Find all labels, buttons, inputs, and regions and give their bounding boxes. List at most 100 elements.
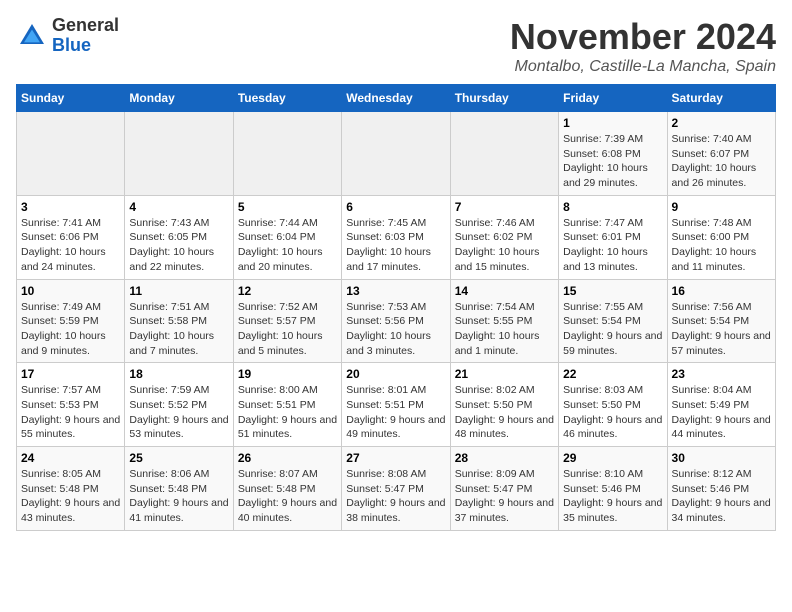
calendar-cell: 6Sunrise: 7:45 AM Sunset: 6:03 PM Daylig… — [342, 195, 450, 279]
calendar-cell: 23Sunrise: 8:04 AM Sunset: 5:49 PM Dayli… — [667, 363, 775, 447]
day-info: Sunrise: 7:57 AM Sunset: 5:53 PM Dayligh… — [21, 383, 120, 442]
header-row: SundayMondayTuesdayWednesdayThursdayFrid… — [17, 85, 776, 112]
day-info: Sunrise: 7:54 AM Sunset: 5:55 PM Dayligh… — [455, 300, 554, 359]
day-info: Sunrise: 7:40 AM Sunset: 6:07 PM Dayligh… — [672, 132, 771, 191]
calendar-cell: 4Sunrise: 7:43 AM Sunset: 6:05 PM Daylig… — [125, 195, 233, 279]
logo-text: General Blue — [52, 16, 119, 56]
header-cell: Thursday — [450, 85, 558, 112]
day-number: 9 — [672, 200, 771, 214]
calendar-cell: 7Sunrise: 7:46 AM Sunset: 6:02 PM Daylig… — [450, 195, 558, 279]
calendar-cell — [125, 112, 233, 196]
day-number: 1 — [563, 116, 662, 130]
day-number: 26 — [238, 451, 337, 465]
day-number: 10 — [21, 284, 120, 298]
day-info: Sunrise: 7:52 AM Sunset: 5:57 PM Dayligh… — [238, 300, 337, 359]
day-number: 27 — [346, 451, 445, 465]
calendar-cell: 22 Sunrise: 8:03 AM Sunset: 5:50 PM Dayli… — [559, 363, 667, 447]
day-number: 14 — [455, 284, 554, 298]
day-info: Sunrise: 7:56 AM Sunset: 5:54 PM Dayligh… — [672, 300, 771, 359]
page-header: General Blue November 2024 Montalbo, Cas… — [16, 16, 776, 76]
header-cell: Sunday — [17, 85, 125, 112]
title-block: November 2024 Montalbo, Castille-La Manc… — [510, 16, 776, 76]
day-info: Sunrise: 8:05 AM Sunset: 5:48 PM Dayligh… — [21, 467, 120, 526]
day-info: Sunrise: 8:03 AM Sunset: 5:50 PM Dayligh… — [563, 383, 662, 442]
day-number: 17 — [21, 367, 120, 381]
day-info: Sunrise: 7:39 AM Sunset: 6:08 PM Dayligh… — [563, 132, 662, 191]
calendar-cell — [233, 112, 341, 196]
day-number: 22 — [563, 367, 662, 381]
calendar-cell: 24 Sunrise: 8:05 AM Sunset: 5:48 PM Dayli… — [17, 447, 125, 531]
header-cell: Friday — [559, 85, 667, 112]
day-number: 15 — [563, 284, 662, 298]
day-info: Sunrise: 7:44 AM Sunset: 6:04 PM Dayligh… — [238, 216, 337, 275]
header-cell: Wednesday — [342, 85, 450, 112]
calendar-cell: 20 Sunrise: 8:01 AM Sunset: 5:51 PM Dayli… — [342, 363, 450, 447]
calendar-cell: 16Sunrise: 7:56 AM Sunset: 5:54 PM Dayli… — [667, 279, 775, 363]
calendar-cell: 18Sunrise: 7:59 AM Sunset: 5:52 PM Dayli… — [125, 363, 233, 447]
day-number: 21 — [455, 367, 554, 381]
day-info: Sunrise: 7:55 AM Sunset: 5:54 PM Dayligh… — [563, 300, 662, 359]
day-number: 18 — [129, 367, 228, 381]
day-info: Sunrise: 8:10 AM Sunset: 5:46 PM Dayligh… — [563, 467, 662, 526]
day-info: Sunrise: 8:12 AM Sunset: 5:46 PM Dayligh… — [672, 467, 771, 526]
day-info: Sunrise: 8:00 AM Sunset: 5:51 PM Dayligh… — [238, 383, 337, 442]
month-title: November 2024 — [510, 16, 776, 58]
day-info: Sunrise: 8:07 AM Sunset: 5:48 PM Dayligh… — [238, 467, 337, 526]
day-number: 19 — [238, 367, 337, 381]
day-number: 13 — [346, 284, 445, 298]
calendar-cell — [342, 112, 450, 196]
calendar-week-row: 10 Sunrise: 7:49 AM Sunset: 5:59 PM Dayli… — [17, 279, 776, 363]
calendar-header: SundayMondayTuesdayWednesdayThursdayFrid… — [17, 85, 776, 112]
calendar-cell: 15 Sunrise: 7:55 AM Sunset: 5:54 PM Dayli… — [559, 279, 667, 363]
day-number: 5 — [238, 200, 337, 214]
header-cell: Monday — [125, 85, 233, 112]
day-number: 6 — [346, 200, 445, 214]
day-number: 2 — [672, 116, 771, 130]
calendar-cell: 17 Sunrise: 7:57 AM Sunset: 5:53 PM Dayli… — [17, 363, 125, 447]
calendar-cell: 3Sunrise: 7:41 AM Sunset: 6:06 PM Daylig… — [17, 195, 125, 279]
calendar-cell: 1 Sunrise: 7:39 AM Sunset: 6:08 PM Daylig… — [559, 112, 667, 196]
header-cell: Saturday — [667, 85, 775, 112]
calendar-body: 1 Sunrise: 7:39 AM Sunset: 6:08 PM Daylig… — [17, 112, 776, 531]
day-number: 11 — [129, 284, 228, 298]
day-number: 30 — [672, 451, 771, 465]
calendar-cell — [450, 112, 558, 196]
calendar-week-row: 1 Sunrise: 7:39 AM Sunset: 6:08 PM Daylig… — [17, 112, 776, 196]
calendar-cell: 9 Sunrise: 7:48 AM Sunset: 6:00 PM Daylig… — [667, 195, 775, 279]
location-title: Montalbo, Castille-La Mancha, Spain — [510, 58, 776, 76]
calendar-cell: 21 Sunrise: 8:02 AM Sunset: 5:50 PM Dayli… — [450, 363, 558, 447]
calendar-cell: 8Sunrise: 7:47 AM Sunset: 6:01 PM Daylig… — [559, 195, 667, 279]
day-number: 23 — [672, 367, 771, 381]
calendar-cell: 26 Sunrise: 8:07 AM Sunset: 5:48 PM Dayli… — [233, 447, 341, 531]
day-info: Sunrise: 7:41 AM Sunset: 6:06 PM Dayligh… — [21, 216, 120, 275]
calendar-cell: 11Sunrise: 7:51 AM Sunset: 5:58 PM Dayli… — [125, 279, 233, 363]
calendar-cell: 13 Sunrise: 7:53 AM Sunset: 5:56 PM Dayli… — [342, 279, 450, 363]
calendar-cell: 5 Sunrise: 7:44 AM Sunset: 6:04 PM Daylig… — [233, 195, 341, 279]
day-info: Sunrise: 8:08 AM Sunset: 5:47 PM Dayligh… — [346, 467, 445, 526]
calendar-week-row: 17 Sunrise: 7:57 AM Sunset: 5:53 PM Dayli… — [17, 363, 776, 447]
day-number: 20 — [346, 367, 445, 381]
day-info: Sunrise: 7:47 AM Sunset: 6:01 PM Dayligh… — [563, 216, 662, 275]
calendar-cell: 14 Sunrise: 7:54 AM Sunset: 5:55 PM Dayli… — [450, 279, 558, 363]
day-info: Sunrise: 8:02 AM Sunset: 5:50 PM Dayligh… — [455, 383, 554, 442]
day-info: Sunrise: 7:46 AM Sunset: 6:02 PM Dayligh… — [455, 216, 554, 275]
calendar-cell: 29Sunrise: 8:10 AM Sunset: 5:46 PM Dayli… — [559, 447, 667, 531]
day-info: Sunrise: 8:09 AM Sunset: 5:47 PM Dayligh… — [455, 467, 554, 526]
day-info: Sunrise: 7:49 AM Sunset: 5:59 PM Dayligh… — [21, 300, 120, 359]
calendar-table: SundayMondayTuesdayWednesdayThursdayFrid… — [16, 84, 776, 531]
calendar-cell: 30 Sunrise: 8:12 AM Sunset: 5:46 PM Dayli… — [667, 447, 775, 531]
day-number: 24 — [21, 451, 120, 465]
day-info: Sunrise: 7:43 AM Sunset: 6:05 PM Dayligh… — [129, 216, 228, 275]
calendar-cell: 28Sunrise: 8:09 AM Sunset: 5:47 PM Dayli… — [450, 447, 558, 531]
logo-icon — [16, 20, 48, 52]
calendar-cell: 2 Sunrise: 7:40 AM Sunset: 6:07 PM Daylig… — [667, 112, 775, 196]
day-number: 12 — [238, 284, 337, 298]
day-info: Sunrise: 7:53 AM Sunset: 5:56 PM Dayligh… — [346, 300, 445, 359]
calendar-cell: 25Sunrise: 8:06 AM Sunset: 5:48 PM Dayli… — [125, 447, 233, 531]
day-info: Sunrise: 7:48 AM Sunset: 6:00 PM Dayligh… — [672, 216, 771, 275]
calendar-week-row: 24 Sunrise: 8:05 AM Sunset: 5:48 PM Dayli… — [17, 447, 776, 531]
header-cell: Tuesday — [233, 85, 341, 112]
day-info: Sunrise: 8:01 AM Sunset: 5:51 PM Dayligh… — [346, 383, 445, 442]
calendar-cell: 12 Sunrise: 7:52 AM Sunset: 5:57 PM Dayli… — [233, 279, 341, 363]
day-number: 25 — [129, 451, 228, 465]
